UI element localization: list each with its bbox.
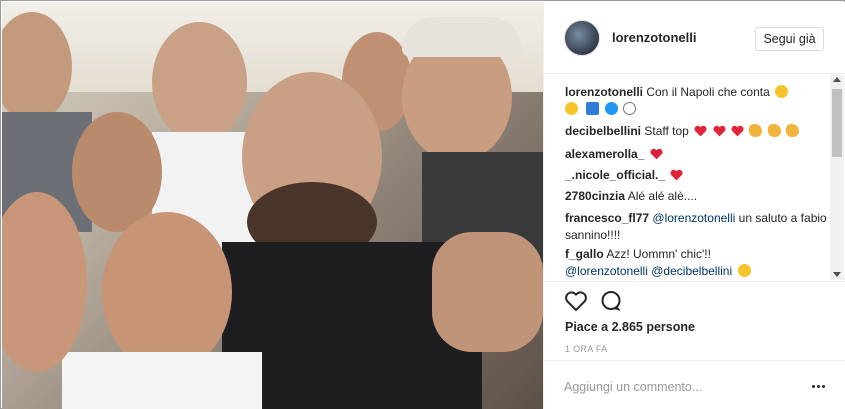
red-heart-emoji-icon xyxy=(694,125,707,137)
comment-item: alexamerolla_ xyxy=(565,146,827,163)
comments-scrollbar[interactable] xyxy=(830,75,844,280)
comment-username[interactable]: _.nicole_official._ xyxy=(565,168,665,182)
heart-outline-icon[interactable] xyxy=(564,290,588,312)
comment-mention[interactable]: @lorenzotonelli xyxy=(565,264,648,278)
comment-item: francesco_fl77 @lorenzotonelli un saluto… xyxy=(565,210,827,244)
grinning-face-emoji-icon xyxy=(775,85,789,98)
comment-username[interactable]: francesco_fl77 xyxy=(565,211,649,225)
scroll-down-arrow-icon[interactable] xyxy=(833,272,841,277)
comment-input[interactable] xyxy=(564,378,794,396)
photo-person xyxy=(402,17,522,57)
instagram-post-window: lorenzotonelli Segui già lorenzotonelli … xyxy=(0,0,845,409)
blue-circle-emoji-icon xyxy=(604,102,618,115)
comment-item: f_gallo Azz! Uommn' chic'!! @lorenzotone… xyxy=(565,246,827,280)
follow-button[interactable]: Segui già xyxy=(755,27,824,51)
red-heart-emoji-icon xyxy=(731,125,744,137)
comment-text: Con il Napoli che conta xyxy=(646,85,770,99)
comment-item: 2780cinzia Alé alé alè.... xyxy=(565,188,827,205)
post-photo[interactable] xyxy=(2,2,543,409)
photo-person xyxy=(102,212,232,372)
add-comment-bar xyxy=(544,360,845,409)
avatar[interactable] xyxy=(564,20,600,56)
comment-text: Staff top xyxy=(644,124,689,138)
scroll-up-arrow-icon[interactable] xyxy=(833,77,841,82)
comment-item: decibelbellini Staff top xyxy=(565,123,827,140)
comment-text: Azz! Uommn' chic'!! xyxy=(606,247,711,261)
comment-mention[interactable]: @decibelbellini xyxy=(651,264,732,278)
top-emoji-icon xyxy=(586,102,600,115)
red-heart-emoji-icon xyxy=(713,125,726,137)
photo-person xyxy=(62,352,262,409)
more-options-icon[interactable] xyxy=(809,377,827,395)
post-actions xyxy=(544,281,845,321)
post-timestamp[interactable]: 1 ORA FA xyxy=(565,344,607,354)
comment-item: _.nicole_official._ xyxy=(565,167,827,184)
photo-person xyxy=(432,232,543,352)
comment-username[interactable]: decibelbellini xyxy=(565,124,641,138)
laughing-face-emoji-icon xyxy=(737,264,751,277)
photo-person xyxy=(152,22,247,142)
heart-emoji-icon xyxy=(650,148,663,160)
white-circle-emoji-icon xyxy=(623,102,637,115)
clapping-hands-emoji-icon xyxy=(785,124,799,137)
post-username[interactable]: lorenzotonelli xyxy=(612,30,697,45)
comment-mention[interactable]: @lorenzotonelli xyxy=(652,211,735,225)
comments-list: lorenzotonelli Con il Napoli che conta d… xyxy=(544,75,845,280)
clapping-hands-emoji-icon xyxy=(749,124,763,137)
comment-username[interactable]: 2780cinzia xyxy=(565,189,625,203)
comment-username[interactable]: lorenzotonelli xyxy=(565,85,643,99)
grinning-face-emoji-icon xyxy=(565,102,578,115)
comment-username[interactable]: alexamerolla_ xyxy=(565,147,644,161)
comment-text: Alé alé alè.... xyxy=(627,189,698,203)
post-details-panel: lorenzotonelli Segui già lorenzotonelli … xyxy=(543,2,845,409)
post-header: lorenzotonelli Segui già xyxy=(544,2,845,74)
comment-bubble-icon[interactable] xyxy=(600,290,622,312)
clapping-hands-emoji-icon xyxy=(767,124,781,137)
comment-item: lorenzotonelli Con il Napoli che conta xyxy=(565,84,827,118)
red-heart-emoji-icon xyxy=(670,169,683,181)
comment-username[interactable]: f_gallo xyxy=(565,247,604,261)
likes-count[interactable]: Piace a 2.865 persone xyxy=(565,320,695,334)
scroll-thumb[interactable] xyxy=(832,89,842,157)
